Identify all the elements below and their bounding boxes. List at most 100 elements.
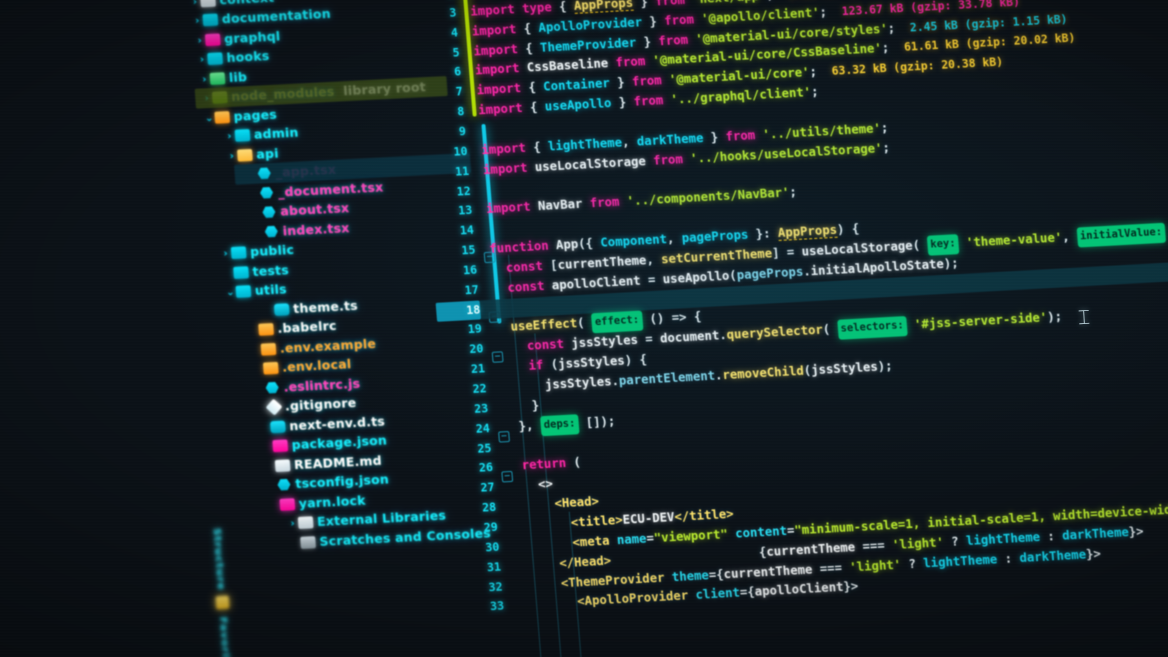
code-text: <> <box>537 476 554 492</box>
line-number[interactable]: 13 <box>428 201 474 223</box>
line-number[interactable]: 22 <box>442 379 488 401</box>
react-tsx-file-icon <box>260 186 274 199</box>
tree-item-label: utils <box>254 281 288 298</box>
line-number[interactable]: 23 <box>444 399 490 421</box>
tree-item-label: yarn.lock <box>298 492 367 511</box>
folder-cyan-icon <box>230 246 247 260</box>
line-number[interactable]: 29 <box>453 518 499 540</box>
line-number[interactable]: 12 <box>426 181 472 203</box>
line-number[interactable]: 19 <box>437 320 483 342</box>
folder-cyan-icon <box>202 13 219 27</box>
json-file-icon <box>277 478 291 491</box>
no-chevron <box>253 372 264 373</box>
line-number[interactable]: 9 <box>421 122 467 144</box>
no-chevron <box>255 391 266 392</box>
tree-item-label: README.md <box>293 452 383 472</box>
line-number[interactable]: 10 <box>423 142 469 164</box>
lock-file-icon <box>279 497 296 511</box>
editor-lines: 2import Head from 'next/head';3import ty… <box>408 0 1168 657</box>
folder-green-icon <box>209 71 226 85</box>
line-number[interactable]: 21 <box>440 359 486 381</box>
line-number[interactable]: 32 <box>458 577 504 599</box>
react-tsx-file-icon <box>264 225 278 238</box>
line-number[interactable]: 8 <box>420 102 466 124</box>
tree-item-label: about.tsx <box>279 200 350 219</box>
tree-item[interactable]: › api <box>226 143 280 165</box>
no-chevron <box>267 488 278 489</box>
line-number[interactable]: 26 <box>448 458 494 480</box>
no-chevron <box>290 545 301 546</box>
no-chevron <box>269 507 280 508</box>
no-chevron <box>254 235 265 236</box>
line-number[interactable]: 14 <box>429 221 475 243</box>
line-number[interactable]: 20 <box>439 340 485 362</box>
typescript-file-icon <box>269 420 286 433</box>
env-file-icon <box>262 361 279 375</box>
line-number[interactable]: 30 <box>455 538 501 560</box>
line-number[interactable]: 25 <box>447 439 493 461</box>
line-number[interactable]: 18 <box>435 300 482 323</box>
tree-item[interactable]: theme.ts <box>263 295 359 319</box>
code-text: } <box>531 398 540 413</box>
tree-item-label: api <box>255 145 280 162</box>
favorites-tool-button[interactable]: Favorites <box>217 616 232 657</box>
tree-item-label: lib <box>228 68 248 85</box>
line-number[interactable]: 4 <box>413 23 459 45</box>
folder-orange-icon <box>214 110 231 124</box>
babel-file-icon <box>258 323 275 336</box>
line-number[interactable]: 24 <box>445 419 491 441</box>
no-chevron <box>262 449 273 450</box>
line-number[interactable]: 3 <box>412 3 458 25</box>
no-chevron <box>248 333 259 334</box>
typescript-file-icon <box>273 302 290 316</box>
folder-cyan-icon <box>235 285 252 298</box>
gitignore-file-icon <box>265 398 283 416</box>
no-chevron <box>257 410 268 411</box>
no-chevron <box>252 215 263 216</box>
text-cursor-icon: ⌶ <box>1077 304 1091 330</box>
json-file-icon <box>272 439 289 453</box>
tree-item[interactable]: › lib <box>198 67 248 90</box>
chevron-down-icon[interactable]: ⌄ <box>203 108 215 128</box>
chevron-right-icon[interactable]: › <box>198 70 210 90</box>
no-chevron <box>260 430 271 431</box>
tree-item-label: .env.example <box>279 335 377 356</box>
tree-item[interactable]: index.tsx <box>253 218 350 242</box>
tree-item-label: context <box>219 0 275 7</box>
tree-item[interactable]: › hooks <box>196 46 270 69</box>
eslint-file-icon <box>265 381 279 394</box>
folder-cyan-icon <box>233 265 249 279</box>
line-number[interactable]: 7 <box>418 82 464 104</box>
markdown-file-icon <box>274 458 291 472</box>
no-chevron <box>249 196 260 197</box>
tree-item-label: .babelrc <box>277 317 338 336</box>
tree-item-label: tests <box>251 261 290 279</box>
react-tsx-file-icon <box>262 206 276 219</box>
line-number[interactable]: 31 <box>456 557 502 579</box>
tree-item-label: pages <box>233 106 278 124</box>
tree-item-label: theme.ts <box>292 297 359 316</box>
tree-item-label: .gitignore <box>284 394 357 414</box>
line-number[interactable]: 6 <box>416 63 462 85</box>
no-chevron <box>263 312 274 313</box>
tree-item-label: admin <box>253 124 300 142</box>
chevron-right-icon[interactable]: › <box>194 31 206 51</box>
tree-item-label: .env.local <box>281 356 352 375</box>
tree-item-label: hooks <box>226 47 270 66</box>
line-number[interactable]: 33 <box>459 597 505 619</box>
folder-white-icon <box>200 0 216 7</box>
line-number[interactable]: 27 <box>450 478 496 500</box>
line-number[interactable]: 11 <box>424 162 470 184</box>
line-number[interactable]: 28 <box>451 498 497 520</box>
bookmark-icon[interactable] <box>215 595 230 610</box>
line-number[interactable]: 15 <box>431 241 477 263</box>
scratches-icon <box>300 535 316 549</box>
line-number[interactable]: 16 <box>432 260 478 282</box>
tree-item[interactable]: › admin <box>223 123 299 146</box>
chevron-right-icon[interactable]: › <box>226 146 238 166</box>
line-number[interactable]: 17 <box>434 280 480 302</box>
editor-area[interactable]: 2import Head from 'next/head';3import ty… <box>408 0 1168 657</box>
line-number[interactable]: 5 <box>415 43 461 65</box>
tree-item-label: next-env.d.ts <box>288 413 386 433</box>
no-chevron <box>223 275 234 276</box>
